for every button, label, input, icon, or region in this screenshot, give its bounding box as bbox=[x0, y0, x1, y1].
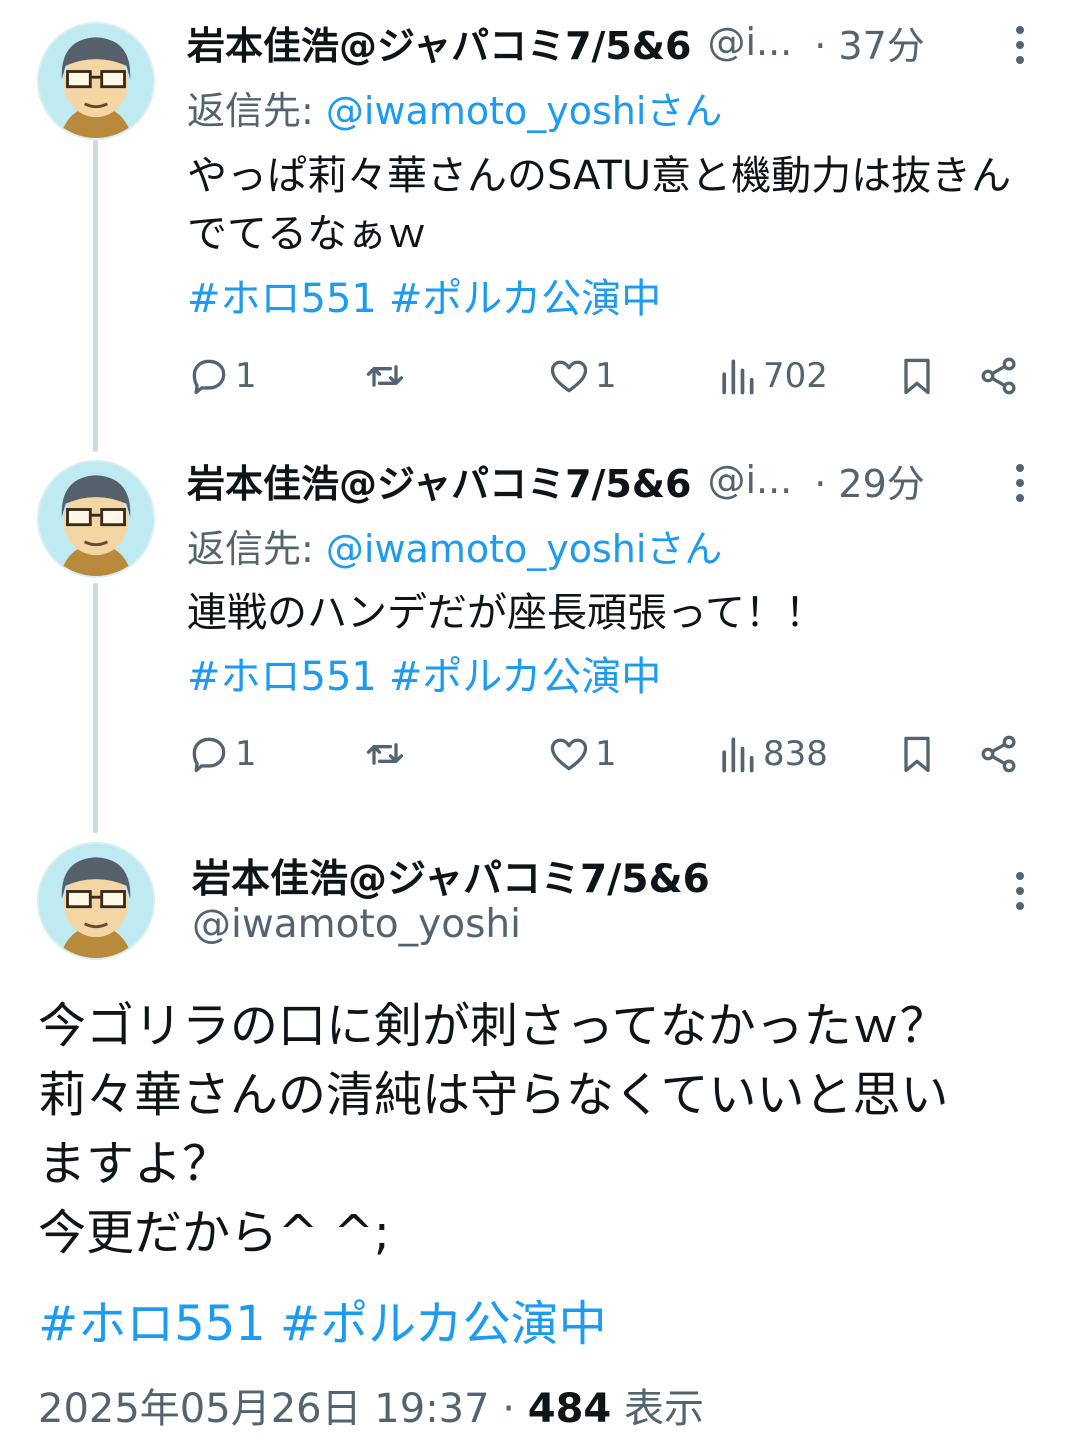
bookmark-button[interactable] bbox=[895, 346, 939, 406]
thread-line bbox=[93, 583, 98, 833]
hashtag-link[interactable]: #ホロ551 bbox=[38, 1296, 266, 1352]
avatar-illustration bbox=[39, 24, 153, 138]
like-count: 1 bbox=[595, 356, 617, 396]
tweet-text: やっぱ莉々華さんのSATU意と機動力は抜きんでてるなぁｗ bbox=[187, 153, 1012, 257]
handle[interactable]: @i... bbox=[707, 20, 792, 64]
tweet-actions: 1 1 702 bbox=[187, 346, 1032, 406]
share-button[interactable] bbox=[977, 346, 1021, 406]
tweet-datetime[interactable]: 2025年05月26日 19:37 · bbox=[38, 1386, 528, 1432]
tweet-text: 今ゴリラの口に剣が刺さってなかったｗ？ 莉々華さんの清純は守らなくていいと思い … bbox=[38, 992, 1048, 1268]
analytics-icon bbox=[722, 359, 754, 395]
hashtag-link[interactable]: #ポルカ公演中 bbox=[389, 276, 661, 322]
bookmark-button[interactable] bbox=[895, 724, 939, 784]
timestamp[interactable]: · 37分 bbox=[814, 15, 925, 70]
tweet-actions: 1 1 838 bbox=[187, 724, 1032, 784]
avatar[interactable] bbox=[37, 460, 155, 578]
reply-button[interactable]: 1 bbox=[187, 346, 257, 406]
bookmark-icon bbox=[904, 736, 930, 773]
tweet-text-line: ますよ？ bbox=[38, 1136, 231, 1192]
retweet-icon bbox=[366, 365, 404, 387]
retweet-icon bbox=[366, 743, 404, 765]
reply-icon bbox=[192, 359, 226, 395]
reply-to-link[interactable]: @iwamoto_yoshiさん bbox=[326, 527, 723, 571]
view-count: 838 bbox=[763, 734, 828, 774]
hashtags: #ホロ551 #ポルカ公演中 bbox=[38, 1284, 621, 1354]
view-count: 702 bbox=[763, 356, 828, 396]
like-button[interactable]: 1 bbox=[547, 346, 617, 406]
avatar[interactable] bbox=[37, 22, 155, 140]
analytics-icon bbox=[722, 737, 754, 773]
like-button[interactable]: 1 bbox=[547, 724, 617, 784]
avatar-illustration bbox=[39, 844, 153, 958]
replying-to: 返信先: @iwamoto_yoshiさん bbox=[187, 80, 722, 135]
share-icon bbox=[981, 357, 1016, 395]
views-button[interactable]: 702 bbox=[715, 346, 828, 406]
tweet-header: 岩本佳浩@ジャパコミ7/5&6 @i... · 29分 bbox=[187, 450, 925, 510]
hashtags: #ホロ551 #ポルカ公演中 bbox=[187, 266, 673, 324]
more-vertical-icon[interactable] bbox=[1005, 866, 1035, 916]
replying-to: 返信先: @iwamoto_yoshiさん bbox=[187, 518, 722, 573]
handle[interactable]: @i... bbox=[707, 458, 792, 502]
share-button[interactable] bbox=[977, 724, 1021, 784]
views-label: 表示 bbox=[611, 1386, 704, 1432]
reply-icon bbox=[192, 737, 226, 773]
avatar-illustration bbox=[39, 462, 153, 576]
reply-button[interactable]: 1 bbox=[187, 724, 257, 784]
more-vertical-icon[interactable] bbox=[1005, 20, 1035, 70]
tweet-meta: 2025年05月26日 19:37 · 484 表示 bbox=[38, 1376, 704, 1434]
handle[interactable]: @iwamoto_yoshi bbox=[192, 902, 521, 947]
reply-prefix: 返信先: bbox=[187, 89, 326, 133]
reply-count: 1 bbox=[235, 356, 257, 396]
tweet-text: 連戦のハンデだが座長頑張って！！ bbox=[187, 590, 825, 636]
timestamp[interactable]: · 29分 bbox=[814, 453, 925, 508]
retweet-button[interactable] bbox=[363, 724, 411, 784]
more-vertical-icon[interactable] bbox=[1005, 458, 1035, 508]
bookmark-icon bbox=[904, 358, 930, 395]
hashtag-link[interactable]: #ホロ551 bbox=[187, 276, 377, 322]
views-button[interactable]: 838 bbox=[715, 724, 828, 784]
thread-line bbox=[93, 140, 98, 452]
share-icon bbox=[981, 735, 1016, 773]
avatar[interactable] bbox=[37, 842, 155, 960]
hashtag-link[interactable]: #ポルカ公演中 bbox=[280, 1296, 607, 1352]
reply-to-link[interactable]: @iwamoto_yoshiさん bbox=[326, 89, 723, 133]
retweet-button[interactable] bbox=[363, 346, 411, 406]
display-name[interactable]: 岩本佳浩@ジャパコミ7/5&6 bbox=[187, 453, 691, 508]
like-count: 1 bbox=[595, 734, 617, 774]
hashtag-link[interactable]: #ポルカ公演中 bbox=[389, 654, 661, 700]
reply-prefix: 返信先: bbox=[187, 527, 326, 571]
view-count: 484 bbox=[527, 1386, 612, 1432]
tweet-text-line: 今更だから^ ^; bbox=[38, 1205, 390, 1261]
heart-icon bbox=[550, 738, 588, 771]
display-name[interactable]: 岩本佳浩@ジャパコミ7/5&6 bbox=[187, 15, 691, 70]
reply-count: 1 bbox=[235, 734, 257, 774]
heart-icon bbox=[550, 360, 588, 393]
tweet-header: 岩本佳浩@ジャパコミ7/5&6 @i... · 37分 bbox=[187, 12, 925, 72]
tweet-text-line: 今ゴリラの口に剣が刺さってなかったｗ？ bbox=[38, 998, 948, 1054]
tweet-text-line: 莉々華さんの清純は守らなくていいと思い bbox=[38, 1067, 949, 1123]
hashtags: #ホロ551 #ポルカ公演中 bbox=[187, 644, 673, 702]
display-name[interactable]: 岩本佳浩@ジャパコミ7/5&6 bbox=[192, 848, 710, 904]
hashtag-link[interactable]: #ホロ551 bbox=[187, 654, 377, 700]
